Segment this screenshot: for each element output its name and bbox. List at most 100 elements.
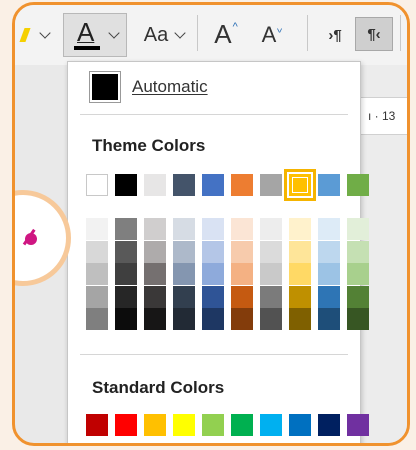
theme-shade-swatch[interactable]: [289, 218, 311, 240]
ltr-paragraph-icon: ›¶: [328, 26, 342, 44]
cursor-highlight: [15, 190, 71, 286]
font-color-button[interactable]: A: [63, 13, 127, 57]
font-color-bar: [74, 46, 100, 50]
grow-font-letter: A: [214, 18, 232, 49]
automatic-label: Automatic: [132, 77, 208, 96]
theme-shade-swatch[interactable]: [86, 240, 108, 263]
theme-color-swatch[interactable]: [115, 174, 137, 196]
theme-shade-swatch[interactable]: [260, 308, 282, 330]
theme-shade-swatch[interactable]: [115, 308, 137, 330]
theme-color-swatch[interactable]: [347, 174, 369, 196]
theme-shade-swatch[interactable]: [144, 240, 166, 263]
theme-shade-swatch[interactable]: [86, 218, 108, 240]
theme-shade-swatch[interactable]: [318, 240, 340, 263]
theme-shade-swatch[interactable]: [231, 240, 253, 263]
theme-shade-swatch[interactable]: [173, 263, 195, 285]
theme-color-swatch[interactable]: [173, 174, 195, 196]
right-to-left-button[interactable]: ¶‹: [355, 17, 393, 51]
standard-color-swatch[interactable]: [86, 414, 108, 436]
theme-shade-swatch[interactable]: [347, 285, 369, 308]
theme-shade-swatch[interactable]: [289, 285, 311, 308]
theme-shade-swatch[interactable]: [231, 218, 253, 240]
standard-color-swatch[interactable]: [260, 414, 282, 436]
theme-shade-swatch[interactable]: [347, 240, 369, 263]
theme-shade-swatch[interactable]: [231, 308, 253, 330]
theme-shade-swatch[interactable]: [231, 263, 253, 285]
toolbar-divider: [197, 15, 198, 51]
theme-shade-swatch[interactable]: [289, 263, 311, 285]
standard-color-swatch[interactable]: [173, 414, 195, 436]
left-to-right-button[interactable]: ›¶: [317, 21, 353, 49]
ribbon-toolbar: A Aa A ^ A ^ ›¶ ¶‹: [15, 5, 407, 65]
theme-shade-swatch[interactable]: [173, 218, 195, 240]
theme-shade-swatch[interactable]: [144, 263, 166, 285]
standard-colors-heading: Standard Colors: [92, 378, 225, 397]
theme-shade-swatch[interactable]: [318, 218, 340, 240]
chevron-down-icon: [108, 27, 120, 39]
standard-color-swatch[interactable]: [318, 414, 340, 436]
theme-color-swatch[interactable]: [318, 174, 340, 196]
caret-up-icon: ^: [232, 21, 238, 33]
theme-shade-swatch[interactable]: [202, 263, 224, 285]
standard-color-swatch[interactable]: [231, 414, 253, 436]
caret-down-icon: ^: [277, 22, 283, 34]
theme-color-swatch[interactable]: [202, 174, 224, 196]
theme-shade-swatch[interactable]: [86, 285, 108, 308]
automatic-color-option[interactable]: Automatic: [89, 71, 208, 103]
theme-color-swatch[interactable]: [86, 174, 108, 196]
theme-shade-swatch[interactable]: [144, 218, 166, 240]
theme-shade-swatch[interactable]: [231, 285, 253, 308]
theme-color-swatch[interactable]: [144, 174, 166, 196]
theme-shade-swatch[interactable]: [115, 263, 137, 285]
theme-color-swatch[interactable]: [231, 174, 253, 196]
toolbar-divider: [307, 15, 308, 51]
menu-divider: [80, 114, 348, 115]
highlight-dropdown-arrow[interactable]: [37, 23, 53, 47]
theme-shade-swatch[interactable]: [260, 285, 282, 308]
theme-shade-swatch[interactable]: [144, 285, 166, 308]
theme-shade-swatch[interactable]: [115, 285, 137, 308]
theme-shade-swatch[interactable]: [202, 218, 224, 240]
theme-shade-swatch[interactable]: [144, 308, 166, 330]
pointer-dot: [25, 233, 37, 245]
theme-shade-swatch[interactable]: [202, 240, 224, 263]
font-color-icon: A: [72, 17, 102, 53]
theme-shade-swatch[interactable]: [260, 240, 282, 263]
theme-color-swatch[interactable]: [260, 174, 282, 196]
chevron-down-icon: [39, 27, 51, 39]
highlight-color-button[interactable]: [15, 23, 35, 47]
theme-shade-swatch[interactable]: [289, 308, 311, 330]
standard-color-swatch[interactable]: [115, 414, 137, 436]
ruler-tick-label: ı · 13: [368, 109, 396, 123]
standard-color-swatch[interactable]: [202, 414, 224, 436]
change-case-button[interactable]: Aa: [135, 21, 193, 49]
theme-shade-swatch[interactable]: [202, 285, 224, 308]
automatic-color-swatch: [89, 71, 121, 103]
word-app-window: A Aa A ^ A ^ ›¶ ¶‹ ı · 13 Automatic Them…: [12, 2, 410, 446]
standard-color-swatch[interactable]: [347, 414, 369, 436]
theme-colors-heading: Theme Colors: [92, 136, 206, 155]
theme-shade-swatch[interactable]: [347, 263, 369, 285]
theme-shade-swatch[interactable]: [347, 308, 369, 330]
standard-color-swatch[interactable]: [144, 414, 166, 436]
theme-shade-swatch[interactable]: [202, 308, 224, 330]
theme-shade-swatch[interactable]: [318, 308, 340, 330]
theme-shade-swatch[interactable]: [318, 263, 340, 285]
theme-shade-swatch[interactable]: [86, 263, 108, 285]
theme-shade-swatch[interactable]: [115, 218, 137, 240]
theme-shade-swatch[interactable]: [289, 240, 311, 263]
grow-font-button[interactable]: A ^: [207, 17, 245, 51]
theme-shade-swatch[interactable]: [347, 218, 369, 240]
chevron-down-icon: [174, 27, 186, 39]
theme-shade-swatch[interactable]: [173, 285, 195, 308]
theme-shade-swatch[interactable]: [173, 308, 195, 330]
theme-shade-swatch[interactable]: [318, 285, 340, 308]
theme-shade-swatch[interactable]: [115, 240, 137, 263]
theme-shade-swatch[interactable]: [86, 308, 108, 330]
theme-shade-swatch[interactable]: [260, 218, 282, 240]
selected-color-indicator: [284, 169, 316, 201]
theme-shade-swatch[interactable]: [173, 240, 195, 263]
theme-shade-swatch[interactable]: [260, 263, 282, 285]
standard-color-swatch[interactable]: [289, 414, 311, 436]
shrink-font-button[interactable]: A ^: [253, 19, 291, 51]
